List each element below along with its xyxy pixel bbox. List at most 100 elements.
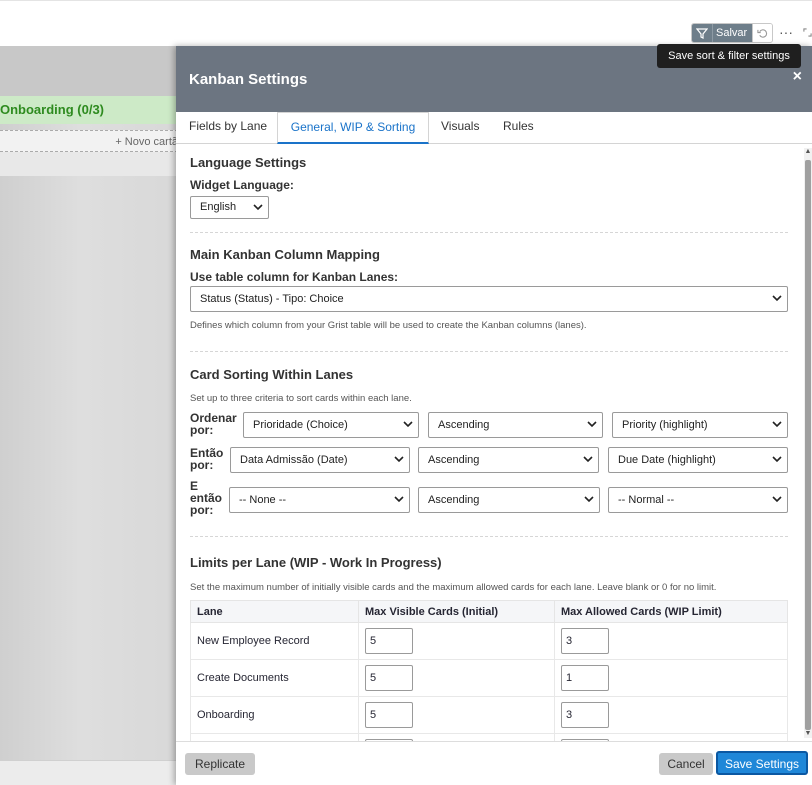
- tab-fields-by-lane[interactable]: Fields by Lane: [189, 112, 267, 144]
- chevron-down-icon: [587, 421, 597, 428]
- table-row: Onboarding 5 3: [190, 696, 788, 734]
- replicate-button[interactable]: Replicate: [185, 753, 255, 775]
- wip-visible-cell: 5: [358, 659, 555, 697]
- max-allowed-input[interactable]: 3: [561, 628, 609, 654]
- wip-header-visible: Max Visible Cards (Initial): [358, 600, 555, 623]
- sort-row-3-label-line3: por:: [190, 503, 214, 517]
- tab-rules[interactable]: Rules: [503, 112, 534, 144]
- expand-icon[interactable]: [803, 26, 812, 40]
- sort-row-1-label: Ordenar por:: [190, 412, 237, 436]
- max-allowed-input[interactable]: 1: [561, 665, 609, 691]
- chevron-down-icon: [403, 421, 413, 428]
- wip-section-title: Limits per Lane (WIP - Work In Progress): [190, 555, 442, 570]
- more-options-icon[interactable]: ···: [779, 23, 793, 41]
- lane-strip: [0, 152, 178, 176]
- save-settings-button[interactable]: Save Settings: [716, 751, 808, 775]
- wip-visible-cell: 5: [358, 622, 555, 660]
- sort-2-direction-value: Ascending: [428, 454, 480, 466]
- kanban-header-background: [0, 46, 178, 96]
- widget-language-label: Widget Language:: [190, 178, 294, 192]
- max-visible-input[interactable]: 5: [365, 665, 413, 691]
- sort-row-2-label: Então por:: [190, 447, 223, 471]
- mapping-help: Defines which column from your Grist tab…: [190, 320, 587, 331]
- max-allowed-input[interactable]: 3: [561, 702, 609, 728]
- table-row: New Employee Record 5 3: [190, 622, 788, 660]
- sort-save-button[interactable]: Salvar: [712, 24, 753, 42]
- mapping-label: Use table column for Kanban Lanes:: [190, 270, 399, 284]
- sort-3-highlight-select[interactable]: -- Normal --: [608, 487, 788, 513]
- sort-2-highlight-value: Due Date (highlight): [618, 454, 716, 466]
- wip-visible-cell: [358, 733, 555, 741]
- chevron-down-icon: [772, 421, 782, 428]
- tab-visuals[interactable]: Visuals: [441, 112, 479, 144]
- top-bar: Salvar ···: [0, 0, 812, 46]
- sort-1-highlight-select[interactable]: Priority (highlight): [612, 412, 788, 438]
- revert-icon[interactable]: [752, 24, 773, 42]
- wip-header-allowed: Max Allowed Cards (WIP Limit): [554, 600, 788, 623]
- sort-1-direction-value: Ascending: [438, 419, 490, 431]
- divider: [190, 351, 788, 352]
- wip-allowed-cell: 1: [554, 659, 788, 697]
- sort-2-direction-select[interactable]: Ascending: [418, 447, 599, 473]
- wip-allowed-cell: 3: [554, 696, 788, 734]
- chevron-down-icon: [772, 456, 782, 463]
- tab-bar: Fields by Lane General, WIP & Sorting Vi…: [176, 112, 812, 144]
- scroll-thumb[interactable]: [805, 160, 811, 730]
- chevron-down-icon: [394, 496, 404, 503]
- chevron-down-icon: [772, 496, 782, 503]
- modal-footer: Replicate Cancel Save Settings: [176, 741, 812, 785]
- sort-2-field-select[interactable]: Data Admissão (Date): [230, 447, 410, 473]
- chevron-down-icon: [583, 456, 593, 463]
- lane-header-onboarding[interactable]: Onboarding (0/3): [0, 96, 178, 124]
- max-visible-input[interactable]: 5: [365, 628, 413, 654]
- tooltip: Save sort & filter settings: [657, 44, 801, 68]
- lane-column-value: Status (Status) - Tipo: Choice: [200, 293, 344, 305]
- wip-lane-name: New Employee Record: [190, 622, 359, 660]
- sort-3-direction-value: Ascending: [428, 494, 480, 506]
- sort-row-2-label-line2: por:: [190, 458, 214, 472]
- sort-1-direction-select[interactable]: Ascending: [428, 412, 603, 438]
- tab-general-wip-sorting[interactable]: General, WIP & Sorting: [277, 112, 429, 144]
- table-row: Create Documents 5 1: [190, 659, 788, 697]
- wip-table: Lane Max Visible Cards (Initial) Max All…: [190, 600, 788, 741]
- new-card-button[interactable]: + Novo cartã: [0, 130, 178, 152]
- scroll-up-icon[interactable]: ▲: [804, 148, 812, 156]
- widget-language-value: English: [200, 201, 237, 213]
- chevron-down-icon: [394, 456, 404, 463]
- scroll-down-icon[interactable]: ▼: [804, 730, 812, 738]
- sort-filter-icon[interactable]: [692, 24, 712, 42]
- wip-header-row: Lane Max Visible Cards (Initial) Max All…: [190, 600, 788, 623]
- wip-lane-name: [190, 733, 359, 741]
- sort-3-field-select[interactable]: -- None --: [229, 487, 410, 513]
- cancel-button[interactable]: Cancel: [659, 753, 713, 775]
- sorting-section-title: Card Sorting Within Lanes: [190, 367, 354, 382]
- wip-allowed-cell: 3: [554, 622, 788, 660]
- sort-2-field-value: Data Admissão (Date): [240, 454, 348, 466]
- wip-lane-name: Onboarding: [190, 696, 359, 734]
- sort-3-direction-select[interactable]: Ascending: [418, 487, 600, 513]
- widget-language-select[interactable]: English: [190, 196, 269, 219]
- divider: [190, 232, 788, 233]
- scrollbar[interactable]: ▲ ▼: [804, 148, 812, 738]
- sort-1-field-select[interactable]: Prioridade (Choice): [243, 412, 419, 438]
- wip-lane-name: Create Documents: [190, 659, 359, 697]
- chevron-down-icon: [772, 295, 782, 302]
- mapping-section-title: Main Kanban Column Mapping: [190, 247, 380, 262]
- modal-body: Language Settings Widget Language: Engli…: [176, 144, 802, 741]
- table-row: [190, 733, 788, 741]
- sort-row-3-label: E então por:: [190, 480, 222, 516]
- wip-visible-cell: 5: [358, 696, 555, 734]
- max-visible-input[interactable]: 5: [365, 702, 413, 728]
- sorting-help: Set up to three criteria to sort cards w…: [190, 393, 412, 404]
- close-icon[interactable]: ×: [793, 68, 802, 86]
- divider: [190, 536, 788, 537]
- wip-header-lane: Lane: [190, 600, 359, 623]
- wip-allowed-cell: [554, 733, 788, 741]
- chevron-down-icon: [253, 204, 263, 211]
- modal-title: Kanban Settings: [189, 71, 308, 88]
- lane-column-select[interactable]: Status (Status) - Tipo: Choice: [190, 286, 788, 312]
- sort-1-field-value: Prioridade (Choice): [253, 419, 348, 431]
- sort-2-highlight-select[interactable]: Due Date (highlight): [608, 447, 788, 473]
- sort-3-field-value: -- None --: [239, 494, 287, 506]
- wip-help: Set the maximum number of initially visi…: [190, 582, 717, 593]
